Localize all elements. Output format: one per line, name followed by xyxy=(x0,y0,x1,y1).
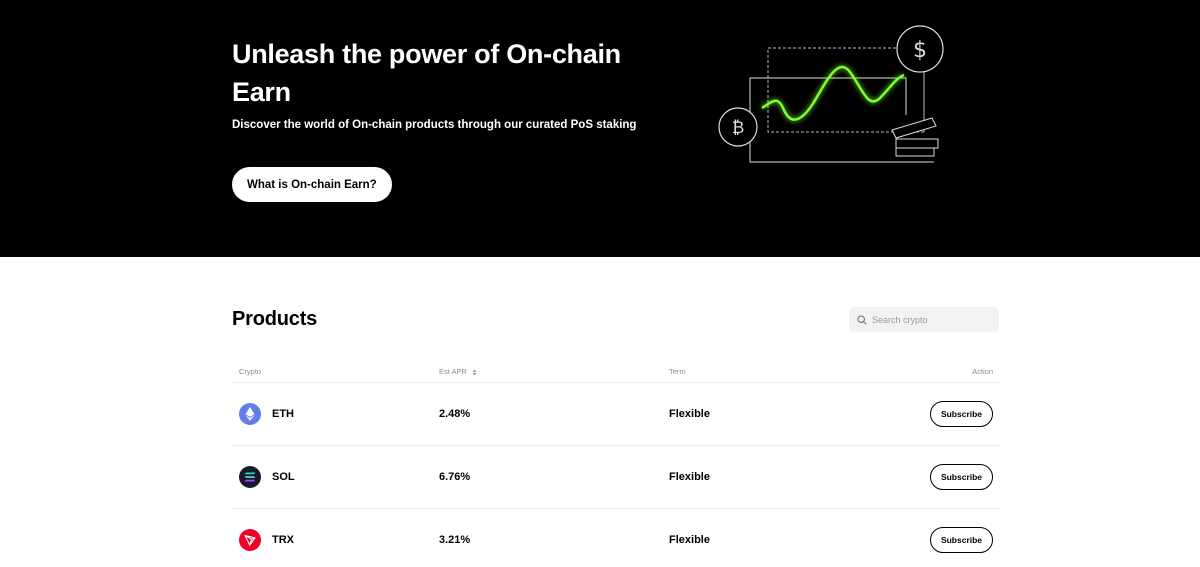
apr-value: 2.48% xyxy=(439,408,471,420)
svg-text:₿: ₿ xyxy=(732,118,745,138)
term-value: Flexible xyxy=(669,534,710,546)
term-value: Flexible xyxy=(669,471,710,483)
apr-value: 6.76% xyxy=(439,471,471,483)
subscribe-button[interactable]: Subscribe xyxy=(930,464,993,490)
crypto-symbol: SOL xyxy=(272,471,295,483)
column-header-apr[interactable]: Est APR xyxy=(439,367,477,376)
solana-icon xyxy=(239,466,261,488)
search-box[interactable] xyxy=(849,307,999,332)
sort-icon xyxy=(472,369,477,376)
hero-banner: Unleash the power of On-chain Earn Disco… xyxy=(0,0,1200,257)
table-row: SOL 6.76% Flexible Subscribe xyxy=(232,446,1000,509)
subscribe-button[interactable]: Subscribe xyxy=(930,401,993,427)
column-header-action: Action xyxy=(972,367,993,376)
table-row: ETH 2.48% Flexible Subscribe xyxy=(232,383,1000,446)
subscribe-button[interactable]: Subscribe xyxy=(930,527,993,553)
earn-chart-illustration: ₿ $ xyxy=(718,25,944,163)
hero-title: Unleash the power of On-chain Earn xyxy=(232,39,621,107)
ethereum-icon xyxy=(239,403,261,425)
tron-icon xyxy=(239,529,261,551)
column-header-crypto: Crypto xyxy=(239,367,262,376)
crypto-symbol: TRX xyxy=(272,534,294,546)
column-header-apr-label: Est APR xyxy=(439,367,467,376)
table-header: Crypto Est APR Term Action xyxy=(232,364,1000,383)
apr-value: 3.21% xyxy=(439,534,471,546)
search-input[interactable] xyxy=(872,314,992,325)
crypto-symbol: ETH xyxy=(272,408,294,420)
search-icon xyxy=(857,314,867,325)
table-row: TRX 3.21% Flexible Subscribe xyxy=(232,509,1000,567)
svg-text:$: $ xyxy=(913,38,927,63)
products-title: Products xyxy=(232,308,318,330)
term-value: Flexible xyxy=(669,408,710,420)
column-header-term: Term xyxy=(669,367,686,376)
hero-subtitle: Discover the world of On-chain products … xyxy=(232,119,637,131)
what-is-onchain-earn-button[interactable]: What is On-chain Earn? xyxy=(232,167,392,202)
